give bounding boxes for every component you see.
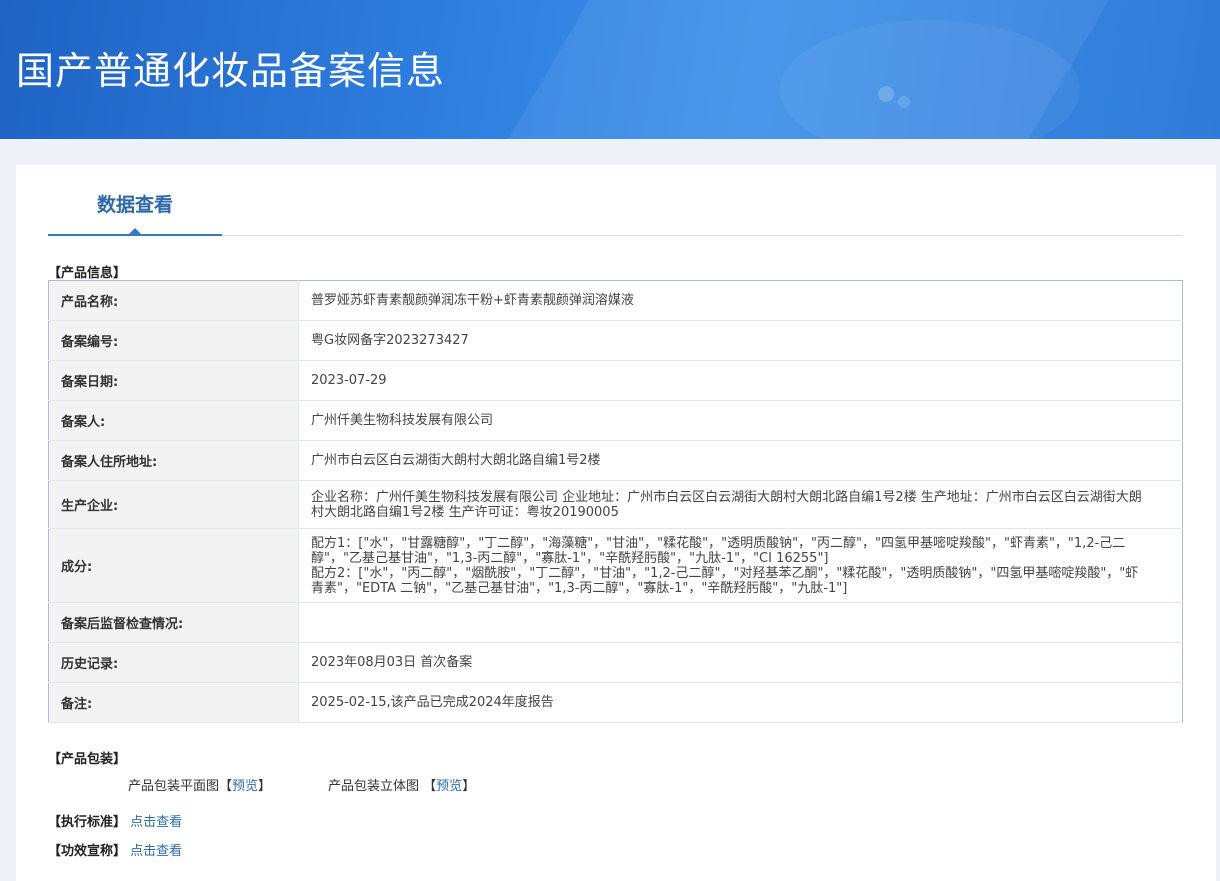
row-value-history: 2023年08月03日 首次备案	[298, 642, 1183, 683]
banner-dot	[898, 96, 910, 108]
header-banner: 国产普通化妆品备案信息	[0, 0, 1220, 139]
content-panel: 数据查看 【产品信息】 产品名称: 普罗娅苏虾青素靓颜弹润冻干粉+虾青素靓颜弹润…	[16, 165, 1216, 881]
table-row: 备案后监督检查情况:	[48, 602, 1183, 643]
efficacy-label: 【功效宣称】	[48, 844, 127, 859]
row-value-record-date: 2023-07-29	[298, 360, 1183, 401]
row-value-ingredients: 配方1：["水"，"甘露糖醇"，"丁二醇"，"海藻糖"，"甘油"，"糅花酸"，"…	[298, 528, 1183, 603]
row-key-registrant: 备案人:	[48, 400, 299, 441]
bracket: 】	[462, 779, 476, 794]
formula-1: 配方1：["水"，"甘露糖醇"，"丁二醇"，"海藻糖"，"甘油"，"糅花酸"，"…	[311, 535, 1126, 566]
bracket: 】	[258, 779, 272, 794]
efficacy-view-link[interactable]: 点击查看	[130, 844, 182, 859]
row-key-supervision: 备案后监督检查情况:	[48, 602, 299, 643]
row-key-remarks: 备注:	[48, 682, 299, 723]
packaging-stereo-label: 产品包装立体图	[328, 779, 420, 794]
table-row: 备案日期: 2023-07-29	[48, 360, 1183, 401]
row-value-supervision	[298, 602, 1183, 643]
row-value-product-name: 普罗娅苏虾青素靓颜弹润冻干粉+虾青素靓颜弹润溶媒液	[298, 280, 1183, 321]
table-row: 备案人: 广州仟美生物科技发展有限公司	[48, 400, 1183, 441]
row-key-ingredients: 成分:	[48, 528, 299, 603]
table-row: 历史记录: 2023年08月03日 首次备案	[48, 642, 1183, 683]
row-value-registrant: 广州仟美生物科技发展有限公司	[298, 400, 1183, 441]
table-row: 备注: 2025-02-15,该产品已完成2024年度报告	[48, 682, 1183, 723]
bracket: 【	[219, 779, 233, 794]
table-row: 备案人住所地址: 广州市白云区白云湖街大朗村大朗北路自编1号2楼	[48, 440, 1183, 481]
tab-bar: 数据查看	[48, 165, 1183, 236]
tab-data-view[interactable]: 数据查看	[48, 165, 222, 236]
table-row: 成分: 配方1：["水"，"甘露糖醇"，"丁二醇"，"海藻糖"，"甘油"，"糅花…	[48, 528, 1183, 603]
row-key-history: 历史记录:	[48, 642, 299, 683]
row-value-registrant-address: 广州市白云区白云湖街大朗村大朗北路自编1号2楼	[298, 440, 1183, 481]
packaging-stereo: 产品包装立体图 【预览】	[328, 775, 475, 794]
packaging-label: 【产品包装】	[48, 752, 127, 767]
tab-active-caret-icon	[129, 228, 141, 234]
standard-view-link[interactable]: 点击查看	[130, 815, 182, 830]
packaging-flat-label: 产品包装平面图	[128, 779, 220, 794]
row-key-record-date: 备案日期:	[48, 360, 299, 401]
efficacy-row: 【功效宣称】 点击查看	[48, 840, 182, 859]
row-value-remarks: 2025-02-15,该产品已完成2024年度报告	[298, 682, 1183, 723]
row-key-registrant-address: 备案人住所地址:	[48, 440, 299, 481]
row-key-manufacturer: 生产企业:	[48, 480, 299, 529]
table-row: 产品名称: 普罗娅苏虾青素靓颜弹润冻干粉+虾青素靓颜弹润溶媒液	[48, 280, 1183, 321]
table-row: 备案编号: 粤G妆网备字2023273427	[48, 320, 1183, 361]
row-value-manufacturer: 企业名称：广州仟美生物科技发展有限公司 企业地址：广州市白云区白云湖街大朗村大朗…	[298, 480, 1183, 529]
product-info-label: 【产品信息】	[48, 266, 127, 281]
formula-2: 配方2：["水"，"丙二醇"，"烟酰胺"，"丁二醇"，"甘油"，"1,2-己二醇…	[311, 565, 1139, 596]
tab-label: 数据查看	[96, 194, 173, 216]
banner-dot	[878, 86, 894, 102]
page-title: 国产普通化妆品备案信息	[16, 49, 446, 93]
row-key-product-name: 产品名称:	[48, 280, 299, 321]
product-info-table: 产品名称: 普罗娅苏虾青素靓颜弹润冻干粉+虾青素靓颜弹润溶媒液 备案编号: 粤G…	[48, 280, 1183, 723]
row-value-record-number: 粤G妆网备字2023273427	[298, 320, 1183, 361]
standard-label: 【执行标准】	[48, 815, 127, 830]
preview-stereo-link[interactable]: 预览	[436, 779, 462, 794]
bracket: 【	[423, 779, 437, 794]
table-row: 生产企业: 企业名称：广州仟美生物科技发展有限公司 企业地址：广州市白云区白云湖…	[48, 480, 1183, 529]
standard-row: 【执行标准】 点击查看	[48, 811, 182, 830]
packaging-flat: 产品包装平面图【预览】	[128, 775, 271, 794]
row-key-record-number: 备案编号:	[48, 320, 299, 361]
preview-flat-link[interactable]: 预览	[232, 779, 258, 794]
